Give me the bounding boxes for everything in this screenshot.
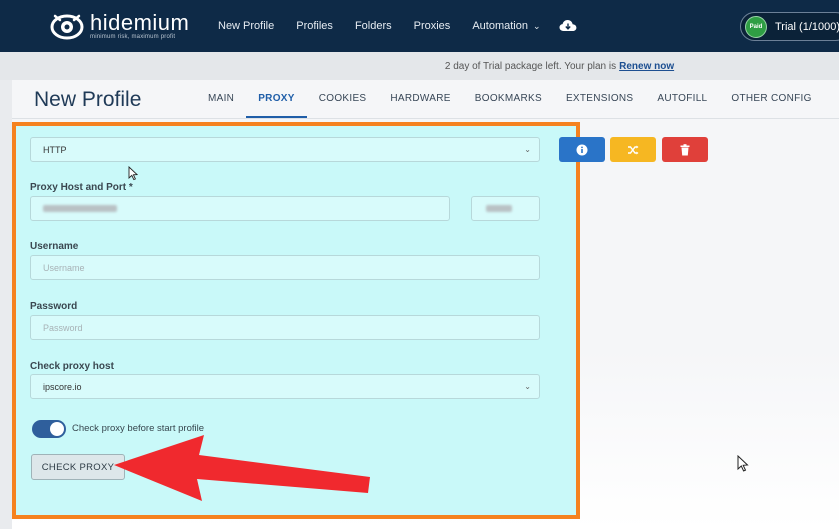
username-input[interactable]: Username	[30, 255, 540, 280]
nav-new-profile[interactable]: New Profile	[218, 20, 274, 32]
nav-automation-label: Automation	[472, 20, 528, 32]
delete-button[interactable]	[662, 137, 708, 162]
profile-tabs: MAIN PROXY COOKIES HARDWARE BOOKMARKS EX…	[196, 84, 824, 118]
check-proxy-toggle[interactable]	[32, 420, 66, 438]
trial-notice-text: 2 day of Trial package left. Your plan i…	[444, 60, 617, 72]
username-label: Username	[30, 241, 79, 252]
paid-badge: Paid	[745, 15, 767, 38]
renew-now-link[interactable]: Renew now	[619, 61, 674, 72]
trial-notice: 2 day of Trial package left. Your plan i…	[0, 52, 839, 80]
tab-bookmarks[interactable]: BOOKMARKS	[463, 84, 554, 118]
username-placeholder: Username	[43, 262, 85, 273]
check-proxy-button[interactable]: CHECK PROXY	[31, 454, 125, 480]
nav-proxies[interactable]: Proxies	[414, 20, 451, 32]
brand-tagline: minimum risk, maximum profit	[90, 34, 176, 40]
redacted-port	[486, 205, 512, 212]
mouse-cursor-icon	[128, 166, 138, 181]
nav-profiles[interactable]: Profiles	[296, 20, 333, 32]
cloud-download-icon[interactable]	[559, 19, 577, 33]
brand-logo[interactable]: hidemium minimum risk, maximum profit	[50, 10, 189, 42]
check-host-select[interactable]: ipscore.io ⌄	[30, 374, 540, 399]
red-arrow-annotation	[114, 435, 370, 501]
chevron-down-icon: ⌄	[524, 145, 531, 154]
proxy-type-value: HTTP	[43, 144, 67, 155]
hidemium-logo-icon	[50, 14, 84, 40]
shuffle-icon	[628, 145, 639, 154]
proxy-type-select[interactable]: HTTP ⌄	[30, 137, 540, 162]
info-button[interactable]	[559, 137, 605, 162]
redacted-host	[43, 205, 117, 212]
tab-proxy[interactable]: PROXY	[246, 84, 307, 118]
password-placeholder: Password	[43, 322, 83, 333]
tab-autofill[interactable]: AUTOFILL	[645, 84, 719, 118]
shuffle-button[interactable]	[610, 137, 656, 162]
tab-cookies[interactable]: COOKIES	[307, 84, 379, 118]
mouse-cursor-icon	[737, 455, 749, 472]
trash-icon	[680, 143, 690, 155]
top-navbar: hidemium minimum risk, maximum profit Ne…	[0, 0, 839, 52]
proxy-host-input[interactable]	[30, 196, 450, 221]
plan-status-pill[interactable]: Paid Trial (1/1000)	[740, 12, 839, 41]
plan-text: Trial (1/1000)	[775, 20, 839, 33]
brand-name: hidemium	[90, 10, 190, 35]
tab-main[interactable]: MAIN	[196, 84, 246, 118]
check-host-value: ipscore.io	[43, 381, 82, 392]
page-title: New Profile	[34, 88, 142, 111]
check-proxy-toggle-label: Check proxy before start profile	[72, 423, 205, 434]
proxy-port-input[interactable]	[471, 196, 540, 221]
proxy-host-label: Proxy Host and Port *	[30, 182, 133, 193]
check-host-label: Check proxy host	[30, 361, 114, 372]
tab-hardware[interactable]: HARDWARE	[378, 84, 462, 118]
nav-folders[interactable]: Folders	[355, 20, 392, 32]
tab-extensions[interactable]: EXTENSIONS	[554, 84, 645, 118]
main-nav: New Profile Profiles Folders Proxies Aut…	[218, 0, 577, 52]
password-label: Password	[30, 301, 78, 312]
chevron-down-icon: ⌄	[532, 21, 541, 31]
nav-automation[interactable]: Automation ⌄	[472, 20, 540, 32]
tab-other-config[interactable]: OTHER CONFIG	[719, 84, 823, 118]
info-icon	[576, 144, 588, 155]
password-input[interactable]: Password	[30, 315, 540, 340]
chevron-down-icon: ⌄	[524, 382, 531, 391]
tab-divider	[12, 118, 839, 119]
toggle-knob	[50, 422, 64, 436]
